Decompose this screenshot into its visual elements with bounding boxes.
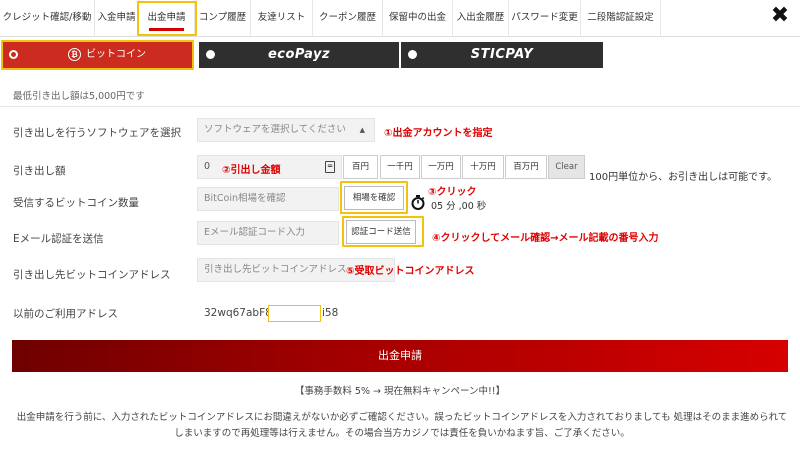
tab-credit-check[interactable]: クレジット確認/移動 xyxy=(0,0,95,37)
payment-ecopayz[interactable]: ecoPayz xyxy=(199,42,399,68)
ecopayz-logo: ecoPayz xyxy=(267,47,331,62)
close-icon[interactable]: ✖ xyxy=(768,5,792,29)
bitcoin-icon: ₿ xyxy=(68,48,81,61)
sticpay-logo: STICPAY xyxy=(470,47,534,62)
annotation-1: ①出金アカウントを指定 xyxy=(384,128,493,139)
address-redaction xyxy=(268,305,321,322)
divider xyxy=(0,106,800,107)
email-code-input[interactable]: Eメール認証コード入力 xyxy=(197,221,339,245)
tab-deposit-request[interactable]: 入金申請 xyxy=(95,0,139,37)
previous-address-start[interactable]: 32wq67abF8 xyxy=(204,307,272,319)
previous-address-end: i58 xyxy=(322,307,339,319)
annotation-2: ②引出し金額 xyxy=(222,165,281,176)
amount-100-button[interactable]: 百円 xyxy=(343,155,378,179)
btc-quantity-label: 受信するビットコイン数量 xyxy=(13,197,139,209)
btc-quantity-field: BitCoin相場を確認 xyxy=(197,187,339,211)
payment-sticpay[interactable]: STICPAY xyxy=(401,42,603,68)
tab-pending-withdrawals[interactable]: 保留中の出金 xyxy=(383,0,453,37)
tab-coupon-history[interactable]: クーポン履歴 xyxy=(313,0,383,37)
software-select[interactable]: ソフトウェアを選択してください ▲ xyxy=(197,118,375,142)
chevron-down-icon: ▲ xyxy=(359,126,365,134)
amount-1000-button[interactable]: 一千円 xyxy=(380,155,420,179)
withdraw-submit-button[interactable]: 出金申請 xyxy=(12,340,788,372)
tab-friend-list[interactable]: 友達リスト xyxy=(251,0,313,37)
software-label: 引き出しを行うソフトウェアを選択 xyxy=(13,127,181,139)
countdown-timer: 05 分 ,00 秒 xyxy=(431,201,487,212)
address-label: 引き出し先ビットコインアドレス xyxy=(13,269,171,281)
check-rate-button[interactable]: 相場を確認 xyxy=(344,186,404,210)
amount-100000-button[interactable]: 十万円 xyxy=(462,155,504,179)
top-nav: クレジット確認/移動 入金申請 出金申請 コンプ履歴 友達リスト クーポン履歴 … xyxy=(0,0,800,37)
warning-text: 出金申請を行う前に、入力されたビットコインアドレスにお間違えがないか必ずご確認く… xyxy=(16,412,788,439)
amount-label: 引き出し額 xyxy=(13,165,66,177)
amount-10000-button[interactable]: 一万円 xyxy=(421,155,461,179)
payment-bitcoin[interactable]: ₿ ビットコイン xyxy=(2,42,192,68)
annotation-3: ③クリック xyxy=(428,187,477,198)
tab-transaction-history[interactable]: 入出金履歴 xyxy=(453,0,509,37)
payment-method-bar: ₿ ビットコイン ecoPayz STICPAY xyxy=(0,42,603,68)
fee-note: 【事務手数料 5% → 現在無料キャンペーン中!!】 xyxy=(294,386,506,397)
payment-bitcoin-label: ビットコイン xyxy=(86,49,146,60)
calculator-icon[interactable]: = xyxy=(325,161,335,173)
radio-bitcoin[interactable] xyxy=(9,50,18,59)
stopwatch-icon xyxy=(411,195,425,210)
amount-value: 0 xyxy=(204,161,211,172)
tab-password-change[interactable]: パスワード変更 xyxy=(509,0,581,37)
minimum-withdraw-note: 最低引き出し額は5,000円です xyxy=(13,91,145,102)
amount-1000000-button[interactable]: 百万円 xyxy=(505,155,547,179)
email-label: Eメール認証を送信 xyxy=(13,233,104,245)
annotation-4: ④クリックしてメール確認→メール記載の番号入力 xyxy=(432,233,659,244)
unit-note: 100円単位から、お引き出しは可能です。 xyxy=(589,172,778,183)
annotation-5: ⑤受取ビットコインアドレス xyxy=(346,266,475,277)
amount-clear-button[interactable]: Clear xyxy=(548,155,585,179)
previous-address-label: 以前のご利用アドレス xyxy=(13,308,118,320)
send-code-button[interactable]: 認証コード送信 xyxy=(346,220,416,244)
tab-comp-history[interactable]: コンプ履歴 xyxy=(195,0,251,37)
software-select-value: ソフトウェアを選択してください xyxy=(204,124,346,135)
tab-two-factor[interactable]: 二段階認証設定 xyxy=(581,0,661,37)
tab-withdraw-request[interactable]: 出金申請 xyxy=(139,0,195,37)
